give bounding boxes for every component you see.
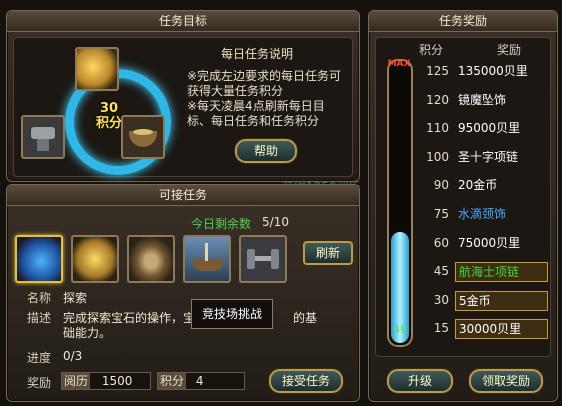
reward-item: 圣十字项链 bbox=[458, 149, 519, 164]
reward-row: 60 75000贝里 bbox=[379, 231, 551, 255]
desc-value-1b: 的基 bbox=[293, 311, 318, 325]
reward-points: 90 bbox=[433, 178, 449, 193]
task-goal-panel: 任务目标 30 积分 每日任务说明 ※完成左边要求的每日任务可 获得大量任务积分… bbox=[6, 10, 360, 182]
reward-list: 125 135000贝里 120 镜魔坠饰 110 95000贝里 100 圣十字项链 90 20… bbox=[379, 59, 551, 349]
coin-stack-icon[interactable] bbox=[71, 235, 119, 283]
daily-task-title: 每日任务说明 bbox=[221, 47, 294, 61]
anvil-icon[interactable] bbox=[21, 115, 65, 159]
accept-task-button[interactable]: 接受任务 bbox=[269, 369, 343, 393]
progress-label: 进度 bbox=[27, 351, 52, 365]
reward-item: 95000贝里 bbox=[458, 121, 521, 136]
desc-value-2: 础能力。 bbox=[63, 326, 112, 340]
reward-item[interactable]: 航海士项链 bbox=[455, 262, 548, 283]
reward-points: 120 bbox=[426, 92, 449, 107]
reward-item: 75000贝里 bbox=[458, 235, 521, 250]
tooltip: 竞技场挑战 bbox=[191, 299, 273, 329]
gem-magnifier-icon[interactable] bbox=[15, 235, 63, 283]
reward-row: 75 水滴颈饰 bbox=[379, 202, 551, 226]
reward-points: 75 bbox=[433, 207, 449, 221]
reward-item: 镜魔坠饰 bbox=[458, 92, 507, 107]
exp-value: 1500 bbox=[101, 374, 133, 388]
reward-points: 100 bbox=[426, 149, 449, 164]
col-points-header: 积分 bbox=[419, 43, 444, 57]
reward-row: 100 圣十字项链 bbox=[379, 145, 551, 169]
reward-points: 15 bbox=[433, 321, 449, 336]
reward-label: 奖励 bbox=[27, 376, 52, 390]
reward-item: 20金币 bbox=[458, 178, 498, 193]
reward-points: 125 bbox=[426, 64, 449, 78]
reward-points: 110 bbox=[426, 121, 449, 136]
reward-item: 135000贝里 bbox=[458, 64, 528, 78]
dumbbell-icon[interactable] bbox=[239, 235, 287, 283]
reward-row: 120 镜魔坠饰 bbox=[379, 88, 551, 112]
reward-row: 45 航海士项链 bbox=[379, 259, 551, 283]
points-value: 4 bbox=[195, 374, 204, 388]
points-reward-box: 积分 4 bbox=[157, 372, 245, 390]
daily-task-desc-4: 标、每日任务和任务积分 bbox=[187, 114, 320, 128]
cooking-pot-icon[interactable] bbox=[121, 115, 165, 159]
task-rewards-panel: 任务奖励 积分 奖励 MAX 49 125 135000贝里 120 镜魔坠饰 110 9… bbox=[368, 10, 558, 402]
available-tasks-panel: 可接任务 今日剩余数 5/10 刷新 名称 探索 描述 完成探索宝石的操作，宝 … bbox=[6, 184, 360, 402]
name-value: 探索 bbox=[63, 291, 88, 305]
available-tasks-title: 可接任务 bbox=[7, 185, 359, 206]
reward-row: 30 5金币 bbox=[379, 288, 551, 312]
help-button[interactable]: 帮助 bbox=[235, 139, 297, 163]
reward-points: 60 bbox=[433, 235, 449, 250]
reward-points: 45 bbox=[433, 264, 449, 279]
reward-row: 110 95000贝里 bbox=[379, 116, 551, 140]
remaining-value: 5/10 bbox=[262, 215, 289, 229]
remaining-label: 今日剩余数 bbox=[191, 217, 252, 231]
reward-row: 125 135000贝里 bbox=[379, 59, 551, 83]
refresh-button[interactable]: 刷新 bbox=[303, 241, 353, 265]
arena-icon[interactable] bbox=[127, 235, 175, 283]
progress-value: 0/3 bbox=[63, 349, 83, 363]
name-label: 名称 bbox=[27, 291, 52, 305]
task-rewards-title: 任务奖励 bbox=[369, 11, 557, 32]
desc-label: 描述 bbox=[27, 311, 52, 325]
reward-item[interactable]: 30000贝里 bbox=[455, 319, 548, 340]
reward-points: 30 bbox=[433, 292, 449, 307]
reward-row: 15 30000贝里 bbox=[379, 316, 551, 340]
reward-item[interactable]: 5金币 bbox=[455, 290, 548, 311]
reward-row: 90 20金币 bbox=[379, 173, 551, 197]
col-reward-header: 奖励 bbox=[497, 43, 522, 57]
claim-reward-button[interactable]: 领取奖励 bbox=[469, 369, 543, 393]
ship-icon[interactable] bbox=[183, 235, 231, 283]
exp-reward-box: 阅历 1500 bbox=[61, 372, 151, 390]
upgrade-button[interactable]: 升级 bbox=[387, 369, 453, 393]
points-tag: 积分 bbox=[158, 373, 187, 389]
points-badge-value: 30 bbox=[99, 101, 119, 116]
task-goal-title: 任务目标 bbox=[7, 11, 359, 32]
reward-item: 水滴颈饰 bbox=[458, 207, 507, 221]
gold-coins-icon[interactable] bbox=[75, 47, 119, 91]
exp-tag: 阅历 bbox=[62, 373, 91, 389]
